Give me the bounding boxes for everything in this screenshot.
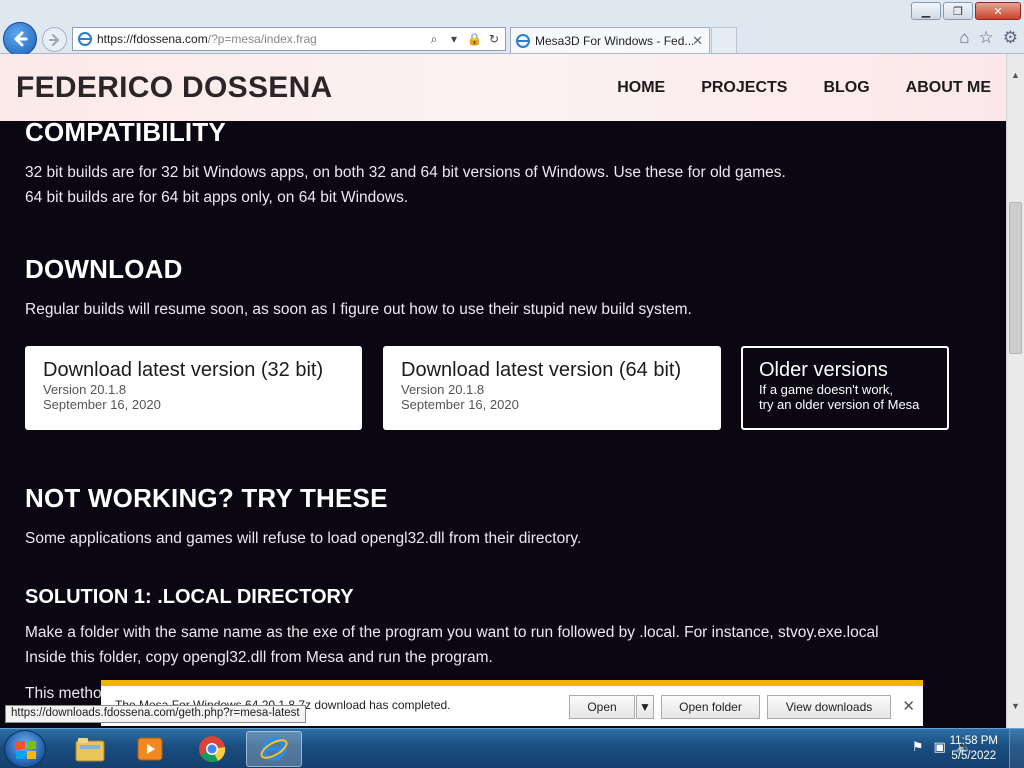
download-32bit-button[interactable]: Download latest version (32 bit) Version… <box>25 346 362 430</box>
url-path: /?p=mesa/index.frag <box>207 32 317 46</box>
download-64bit-button[interactable]: Download latest version (64 bit) Version… <box>383 346 721 430</box>
taskbar-internet-explorer[interactable] <box>246 731 302 767</box>
clock-time: 11:58 PM <box>949 735 998 747</box>
open-folder-button[interactable]: Open folder <box>661 695 760 719</box>
show-desktop-button[interactable] <box>1009 729 1024 768</box>
chrome-icon <box>199 736 226 763</box>
older-versions-title: Older versions <box>759 359 888 381</box>
web-page: FEDERICO DOSSENA HOME PROJECTS BLOG ABOU… <box>0 54 1006 728</box>
browser-chrome: https://fdossena.com/?p=mesa/index.frag … <box>0 0 1024 56</box>
site-header: FEDERICO DOSSENA HOME PROJECTS BLOG ABOU… <box>0 54 1006 121</box>
browser-tab[interactable]: Mesa3D For Windows - Fed... ✕ <box>510 27 710 53</box>
search-icon[interactable]: ⌕ <box>427 31 441 47</box>
folder-icon <box>75 738 105 762</box>
media-player-icon <box>137 737 163 761</box>
browser-toolbar-icons: ⌂ ☆ ⚙ <box>959 28 1018 48</box>
url-domain: https://fdossena.com <box>97 32 208 46</box>
windows-taskbar: ⚑ ▣ 🔈 11:58 PM 5/5/2022 <box>0 728 1024 768</box>
older-versions-line-1: If a game doesn't work, <box>759 382 893 397</box>
clock-date: 5/5/2022 <box>951 750 997 762</box>
download-64bit-version: Version 20.1.8 <box>401 382 485 397</box>
scroll-up-icon[interactable]: ▲ <box>1007 66 1024 83</box>
not-working-text: Some applications and games will refuse … <box>25 530 582 547</box>
close-download-bar-icon[interactable]: ✕ <box>902 697 915 715</box>
taskbar-explorer[interactable] <box>62 731 118 767</box>
compatibility-heading: COMPATIBILITY <box>25 117 226 147</box>
download-text: Regular builds will resume soon, as soon… <box>25 301 692 318</box>
dropdown-arrow-icon: ▼ <box>639 700 651 714</box>
start-button[interactable] <box>4 730 46 768</box>
back-arrow-icon <box>14 31 28 47</box>
vertical-scrollbar[interactable]: ▲ ▼ <box>1006 54 1024 728</box>
network-icon[interactable]: ▣ <box>934 739 946 755</box>
address-tools: ⌕ ▾ 🔒 ↻ <box>427 31 501 47</box>
forward-arrow-icon <box>48 33 59 46</box>
settings-gear-icon[interactable]: ⚙ <box>1003 28 1018 48</box>
compatibility-line-1: 32 bit builds are for 32 bit Windows app… <box>25 164 786 181</box>
home-icon[interactable]: ⌂ <box>959 28 969 48</box>
download-32bit-title: Download latest version (32 bit) <box>43 359 324 381</box>
download-32bit-version: Version 20.1.8 <box>43 382 127 397</box>
open-button[interactable]: Open <box>569 695 635 719</box>
solution-1-heading: SOLUTION 1: .LOCAL DIRECTORY <box>25 586 354 608</box>
download-64bit-title: Download latest version (64 bit) <box>401 359 682 381</box>
not-working-heading: NOT WORKING? TRY THESE <box>25 483 388 513</box>
refresh-icon[interactable]: ↻ <box>487 31 501 47</box>
solution-1-line-2: Inside this folder, copy opengl32.dll fr… <box>25 649 493 666</box>
tab-close-icon[interactable]: ✕ <box>692 33 703 49</box>
download-64bit-date: September 16, 2020 <box>401 397 519 412</box>
link-status-url: https://downloads.fdossena.com/geth.php?… <box>5 705 306 723</box>
taskbar-media-player[interactable] <box>122 731 178 767</box>
scroll-down-icon[interactable]: ▼ <box>1007 697 1024 714</box>
ie-page-icon <box>516 33 530 48</box>
site-menu: HOME PROJECTS BLOG ABOUT ME <box>617 79 991 97</box>
window-controls: ▁ ❐ ✕ <box>911 2 1021 20</box>
view-downloads-button[interactable]: View downloads <box>767 695 891 719</box>
site-title[interactable]: FEDERICO DOSSENA <box>16 71 333 105</box>
back-button[interactable] <box>3 22 37 56</box>
action-center-flag-icon[interactable]: ⚑ <box>912 739 924 755</box>
dropdown-icon[interactable]: ▾ <box>447 31 461 47</box>
open-dropdown-button[interactable]: ▼ <box>636 695 654 719</box>
download-heading: DOWNLOAD <box>25 254 183 284</box>
menu-home[interactable]: HOME <box>617 79 665 97</box>
menu-blog[interactable]: BLOG <box>823 79 869 97</box>
scroll-thumb[interactable] <box>1009 202 1022 354</box>
download-32bit-date: September 16, 2020 <box>43 397 161 412</box>
older-versions-button[interactable]: Older versions If a game doesn't work, t… <box>741 346 949 430</box>
menu-projects[interactable]: PROJECTS <box>701 79 787 97</box>
solution-1-line-3: This metho <box>25 685 102 702</box>
solution-1-line-1: Make a folder with the same name as the … <box>25 624 879 641</box>
favorites-star-icon[interactable]: ☆ <box>979 28 994 48</box>
maximize-button[interactable]: ❐ <box>943 2 973 20</box>
tab-title: Mesa3D For Windows - Fed... <box>535 33 695 48</box>
forward-button[interactable] <box>42 27 67 52</box>
lock-icon[interactable]: 🔒 <box>467 31 482 47</box>
windows-logo-icon <box>16 741 36 759</box>
close-window-button[interactable]: ✕ <box>975 2 1021 20</box>
taskbar-chrome[interactable] <box>184 731 240 767</box>
address-bar[interactable]: https://fdossena.com/?p=mesa/index.frag … <box>72 27 506 51</box>
clock[interactable]: 11:58 PM 5/5/2022 <box>950 734 998 764</box>
screen: https://fdossena.com/?p=mesa/index.frag … <box>0 0 1024 768</box>
compatibility-line-2: 64 bit builds are for 64 bit apps only, … <box>25 189 409 206</box>
minimize-button[interactable]: ▁ <box>911 2 941 20</box>
new-tab-button[interactable] <box>711 27 737 53</box>
ie-page-icon <box>78 32 92 46</box>
menu-about-me[interactable]: ABOUT ME <box>906 79 991 97</box>
internet-explorer-icon <box>260 737 288 761</box>
older-versions-line-2: try an older version of Mesa <box>759 397 920 412</box>
